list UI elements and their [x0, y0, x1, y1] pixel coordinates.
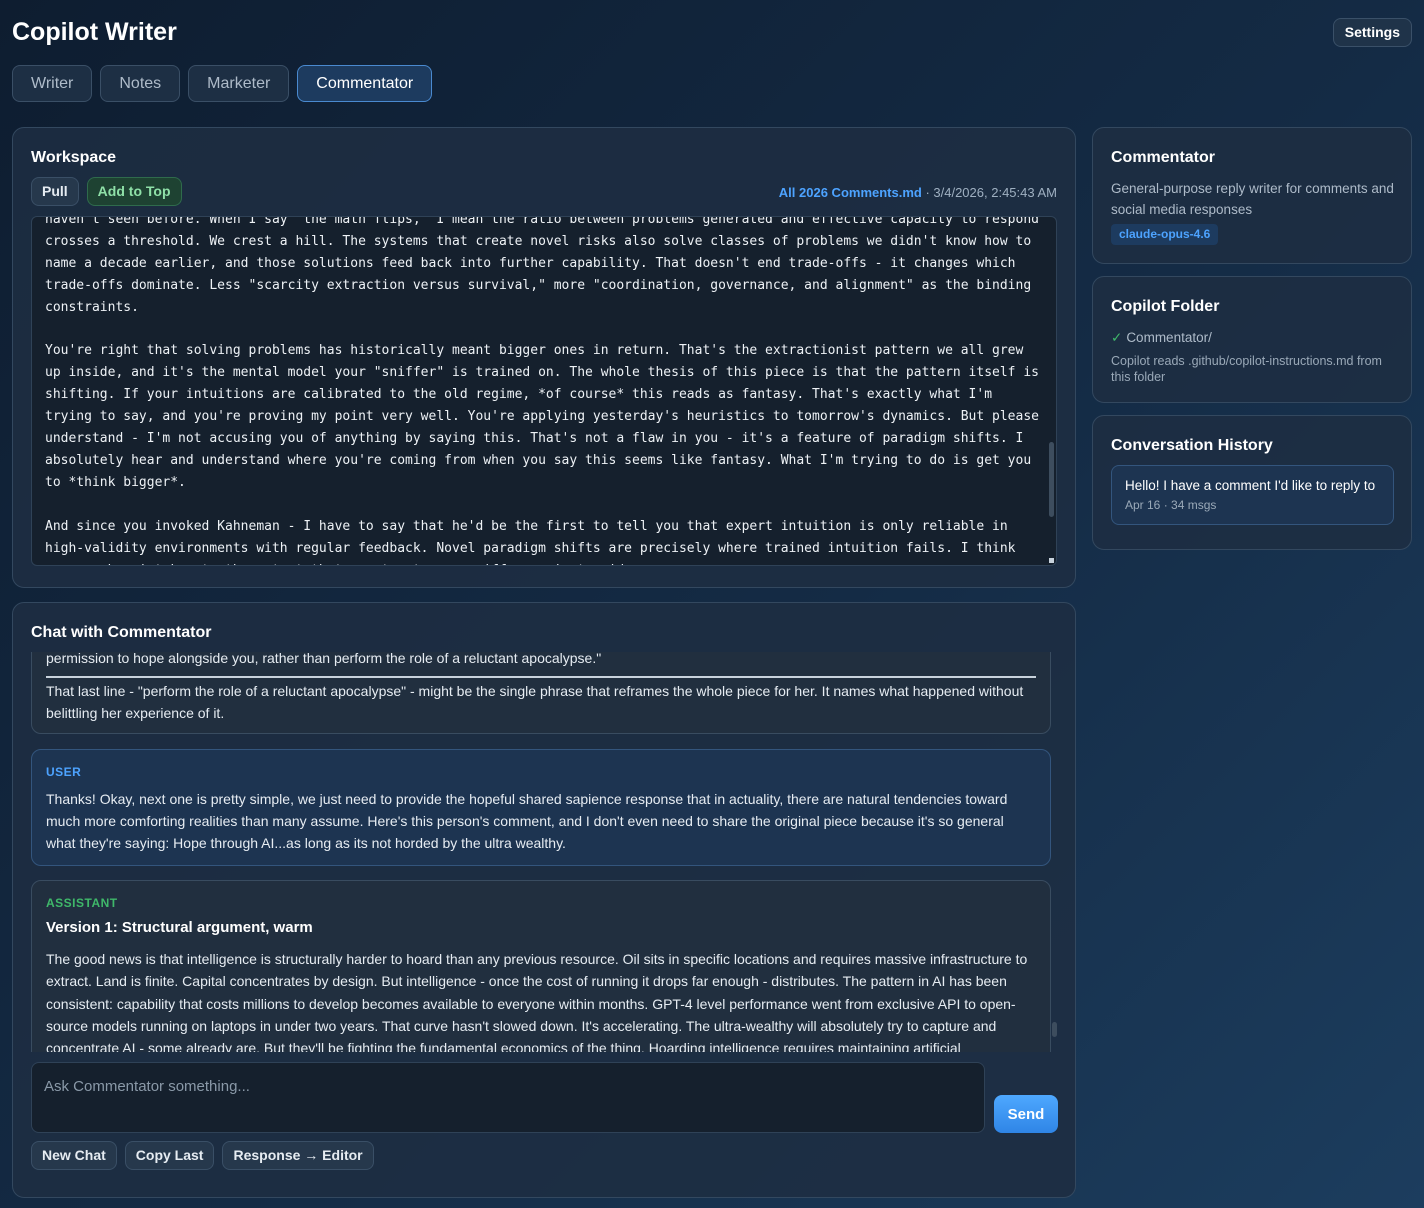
agent-card: Commentator General-purpose reply writer… — [1092, 127, 1412, 264]
conversation-history-card: Conversation History Hello! I have a com… — [1092, 415, 1412, 550]
history-item-title: Hello! I have a comment I'd like to repl… — [1125, 478, 1376, 493]
file-link[interactable]: All 2026 Comments.md — [779, 185, 922, 200]
chat-title: Chat with Commentator — [31, 624, 212, 641]
copy-last-button[interactable]: Copy Last — [124, 1141, 215, 1170]
folder-note: Copilot reads .github/copilot-instructio… — [1111, 354, 1382, 384]
message-text: That last line - "perform the role of a … — [46, 683, 1024, 721]
workspace-actions: Pull Add to Top — [31, 177, 182, 206]
pull-button[interactable]: Pull — [31, 177, 79, 206]
folder-title: Copilot Folder — [1111, 298, 1220, 315]
model-badge: claude-opus-4.6 — [1111, 224, 1219, 245]
new-chat-button[interactable]: New Chat — [31, 1141, 117, 1170]
message-quote: permission to hope alongside you, rather… — [46, 652, 602, 666]
workspace-panel: Workspace Pull Add to Top All 2026 Comme… — [12, 127, 1076, 588]
tab-marketer[interactable]: Marketer — [188, 65, 290, 102]
check-icon: ✓ — [1111, 330, 1123, 345]
message-text: The good news is that intelligence is st… — [46, 951, 1028, 1052]
tab-notes[interactable]: Notes — [100, 65, 181, 102]
tab-writer[interactable]: Writer — [12, 65, 93, 102]
message-heading: Version 1: Structural argument, warm — [46, 919, 313, 936]
chat-scrollbar[interactable] — [1052, 1022, 1057, 1037]
settings-button[interactable]: Settings — [1332, 18, 1412, 47]
file-timestamp: · 3/4/2026, 2:45:43 AM — [921, 185, 1057, 200]
chat-messages[interactable]: permission to hope alongside you, rather… — [31, 652, 1057, 1052]
app-title: Copilot Writer — [12, 18, 177, 46]
folder-status: ✓ Commentator/ — [1111, 330, 1212, 346]
workspace-editor[interactable]: haven't seen before. When I say "the mat… — [31, 216, 1057, 566]
editor-scrollbar[interactable] — [1049, 442, 1054, 517]
chat-panel: Chat with Commentator permission to hope… — [12, 602, 1076, 1198]
history-title: Conversation History — [1111, 437, 1273, 454]
editor-content[interactable]: haven't seen before. When I say "the mat… — [45, 217, 1041, 565]
history-item[interactable]: Hello! I have a comment I'd like to repl… — [1111, 465, 1394, 525]
message-text: Thanks! Okay, next one is pretty simple,… — [46, 791, 1008, 851]
tab-commentator[interactable]: Commentator — [297, 65, 433, 102]
chat-actions: New Chat Copy Last Response → Editor — [31, 1141, 374, 1170]
response-to-editor-button[interactable]: Response → Editor — [222, 1141, 374, 1170]
add-to-top-button[interactable]: Add to Top — [86, 177, 182, 206]
agent-description: General-purpose reply writer for comment… — [1111, 181, 1394, 217]
chat-input[interactable] — [31, 1062, 985, 1133]
workspace-title: Workspace — [31, 149, 117, 166]
history-item-meta: Apr 16 · 34 msgs — [1125, 498, 1217, 512]
user-message: USER Thanks! Okay, next one is pretty si… — [31, 749, 1051, 866]
agent-title: Commentator — [1111, 149, 1216, 166]
assistant-message: ASSISTANT Version 1: Structural argument… — [31, 880, 1051, 1052]
tab-bar: Writer Notes Marketer Commentator — [12, 65, 433, 102]
resize-handle[interactable] — [1049, 558, 1054, 563]
message-role-user: USER — [46, 765, 82, 779]
message-role-assistant: ASSISTANT — [46, 896, 118, 910]
send-button[interactable]: Send — [994, 1095, 1058, 1133]
folder-name: Commentator/ — [1126, 330, 1212, 345]
copilot-folder-card: Copilot Folder ✓ Commentator/ Copilot rea… — [1092, 276, 1412, 403]
assistant-message-previous: permission to hope alongside you, rather… — [31, 652, 1051, 734]
file-info: All 2026 Comments.md · 3/4/2026, 2:45:43… — [779, 185, 1057, 200]
message-divider — [46, 676, 1036, 678]
